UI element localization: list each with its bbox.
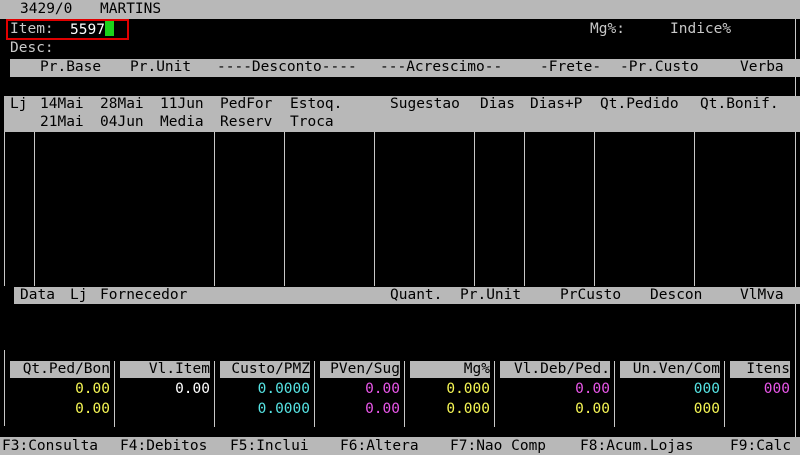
history-header: Data Lj Fornecedor Quant. Pr.Unit PrCust… — [14, 287, 800, 304]
hdr-vl-deb-ped: Vl.Deb/Ped. — [500, 361, 610, 378]
col-estoq: Estoq. — [290, 96, 343, 112]
col-11jun: 11Jun — [160, 96, 204, 112]
col-desconto: ----Desconto---- — [217, 59, 357, 75]
col-dias: Dias — [480, 96, 515, 112]
function-key-bar: F3:Consulta F4:Debitos F5:Inclui F6:Alte… — [0, 437, 800, 455]
grid-header: Lj 14Mai 28Mai 11Jun PedFor Estoq. Suges… — [4, 96, 800, 132]
fkey-f3-consulta[interactable]: F3:Consulta — [2, 438, 98, 455]
fkey-f9-calc[interactable]: F9:Calc — [730, 438, 791, 455]
mg-label: Mg%: — [590, 21, 625, 37]
grid-body[interactable] — [4, 132, 796, 286]
val-custo-pmz-1: 0.0000 — [257, 381, 310, 397]
summary-separator — [114, 361, 115, 427]
title-bar: 3429/0 MARTINS — [0, 0, 800, 19]
col-qt-bonif: Qt.Bonif. — [700, 96, 779, 112]
fkey-f7-nao-comp[interactable]: F7:Nao Comp — [450, 438, 546, 455]
val-qt-ped-bon-2: 0.00 — [75, 401, 110, 417]
desc-label: Desc: — [10, 40, 54, 56]
val-pven-sug-1: 0.00 — [365, 381, 400, 397]
val-un-ven-com-2: 000 — [693, 401, 720, 417]
val-mg-1: 0.000 — [446, 381, 490, 397]
price-header: Pr.Base Pr.Unit ----Desconto---- ---Acre… — [10, 59, 800, 77]
val-qt-ped-bon-1: 0.00 — [75, 381, 110, 397]
col-04jun: 04Jun — [100, 114, 144, 130]
hdr-itens: Itens — [730, 361, 790, 378]
val-vl-deb-ped-2: 0.00 — [575, 401, 610, 417]
summary-separator — [614, 361, 615, 427]
summary-separator — [494, 361, 495, 427]
val-pven-sug-2: 0.00 — [365, 401, 400, 417]
col-media: Media — [160, 114, 204, 130]
col-pr-unit: Pr.Unit — [130, 59, 192, 75]
grid-separator — [374, 132, 375, 286]
col-quant: Quant. — [390, 287, 443, 303]
col-troca: Troca — [290, 114, 334, 130]
val-vl-deb-ped-1: 0.00 — [575, 381, 610, 397]
col-lj: Lj — [10, 96, 28, 112]
summary-panel: Qt.Ped/Bon Vl.Item Custo/PMZ PVen/Sug Mg… — [0, 361, 800, 427]
col-14mai: 14Mai — [40, 96, 84, 112]
col-acrescimo: ---Acrescimo-- — [380, 59, 503, 75]
col-fornecedor: Fornecedor — [100, 287, 188, 303]
hdr-un-ven-com: Un.Ven/Com — [620, 361, 720, 378]
hdr-mg: Mg% — [410, 361, 490, 378]
hdr-qt-ped-bon: Qt.Ped/Bon — [10, 361, 110, 378]
item-label: Item: — [10, 21, 54, 37]
col-frete: -Frete- — [540, 59, 602, 75]
fkey-f8-acum-lojas[interactable]: F8:Acum.Lojas — [580, 438, 694, 455]
col-prcusto: PrCusto — [560, 287, 622, 303]
indice-label: Indice% — [670, 21, 732, 37]
col-verba: Verba — [740, 59, 784, 75]
grid-separator — [694, 132, 695, 286]
val-vl-item-1: 0.00 — [175, 381, 210, 397]
col-sugestao: Sugestao — [390, 96, 460, 112]
summary-separator — [404, 361, 405, 427]
col-qt-pedido: Qt.Pedido — [600, 96, 679, 112]
grid-separator — [34, 132, 35, 286]
fkey-f6-altera[interactable]: F6:Altera — [340, 438, 419, 455]
col-pr-custo: -Pr.Custo — [620, 59, 699, 75]
hdr-custo-pmz: Custo/PMZ — [220, 361, 310, 378]
item-value[interactable]: 5597 — [70, 21, 114, 39]
col-vlmva: VlMva — [740, 287, 784, 303]
val-un-ven-com-1: 000 — [693, 381, 720, 397]
col-pr-base: Pr.Base — [40, 59, 102, 75]
col-pedfor: PedFor — [220, 96, 273, 112]
hdr-vl-item: Vl.Item — [120, 361, 210, 378]
grid-separator — [284, 132, 285, 286]
col-21mai: 21Mai — [40, 114, 84, 130]
col-28mai: 28Mai — [100, 96, 144, 112]
fkey-f5-inclui[interactable]: F5:Inclui — [230, 438, 309, 455]
fkey-f4-debitos[interactable]: F4:Debitos — [120, 438, 207, 455]
text-cursor — [104, 21, 114, 36]
col-hist-lj: Lj — [70, 287, 88, 303]
grid-separator — [474, 132, 475, 286]
summary-separator — [214, 361, 215, 427]
hdr-pven-sug: PVen/Sug — [320, 361, 400, 378]
val-itens-1: 000 — [763, 381, 790, 397]
col-dias-p: Dias+P — [530, 96, 583, 112]
branch-code: 3429/0 — [20, 1, 73, 17]
summary-separator — [314, 361, 315, 427]
company-name: MARTINS — [100, 1, 162, 17]
grid-separator — [214, 132, 215, 286]
summary-separator — [724, 361, 725, 427]
col-descon: Descon — [650, 287, 703, 303]
val-mg-2: 0.000 — [446, 401, 490, 417]
grid-separator — [524, 132, 525, 286]
val-custo-pmz-2: 0.0000 — [257, 401, 310, 417]
col-hist-pr-unit: Pr.Unit — [460, 287, 522, 303]
col-data: Data — [20, 287, 55, 303]
col-reserv: Reserv — [220, 114, 273, 130]
grid-separator — [594, 132, 595, 286]
